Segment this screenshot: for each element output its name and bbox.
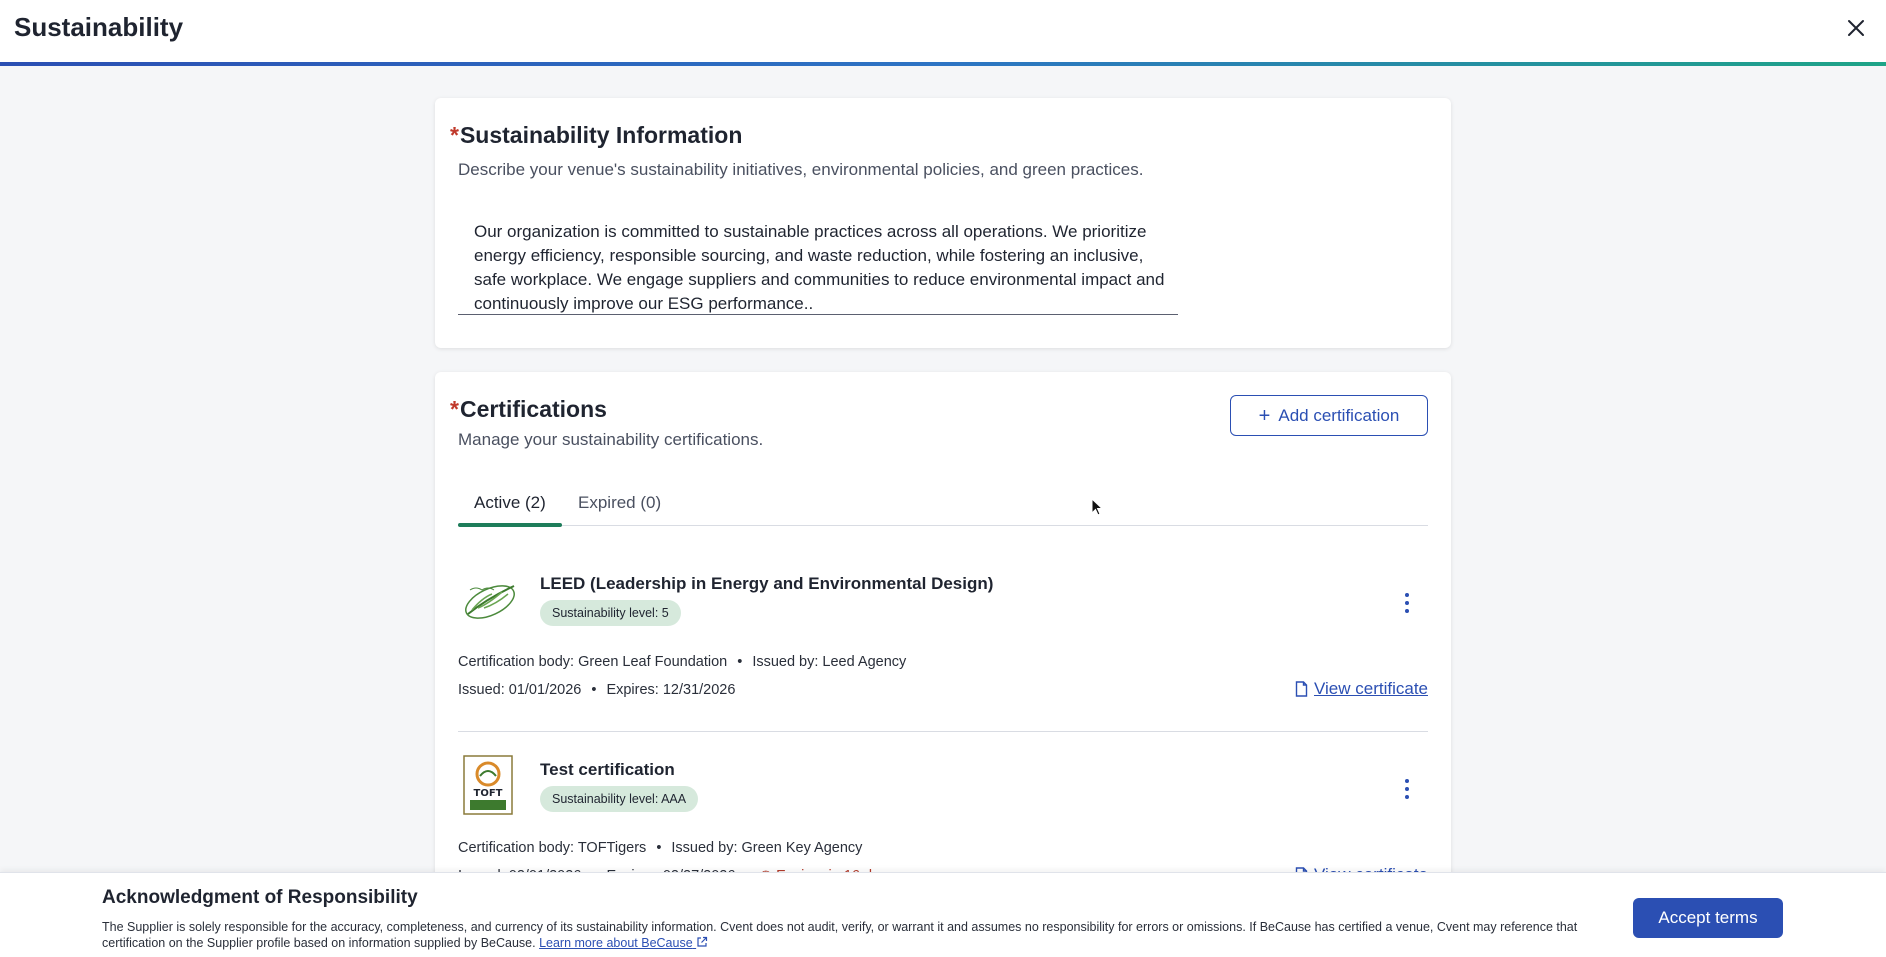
- sustainability-info-card: *Sustainability Information Describe you…: [435, 98, 1451, 348]
- certification-name: Test certification: [540, 760, 675, 779]
- view-certificate-link[interactable]: View certificate: [1295, 679, 1428, 699]
- certifications-card: *Certifications Manage your sustainabili…: [435, 372, 1451, 957]
- document-icon: [1295, 681, 1308, 697]
- acknowledgment-panel: Acknowledgment of Responsibility The Sup…: [0, 872, 1886, 957]
- acknowledgment-title: Acknowledgment of Responsibility: [102, 887, 418, 908]
- svg-text:TOFT: TOFT: [474, 788, 503, 799]
- mouse-cursor-icon: [1091, 498, 1104, 516]
- plus-icon: +: [1258, 404, 1271, 427]
- required-mark: *: [450, 396, 459, 422]
- sustainability-level-badge: Sustainability level: AAA: [540, 786, 699, 812]
- toftigers-logo-icon: TOFT: [463, 755, 513, 815]
- certifications-description: Manage your sustainability certification…: [458, 430, 764, 449]
- sustainability-info-text[interactable]: Our organization is committed to sustain…: [474, 220, 1174, 316]
- issued-by: Issued by: Green Key Agency: [671, 840, 863, 856]
- kebab-dot: [1405, 795, 1409, 799]
- issued-by: Issued by: Leed Agency: [752, 654, 907, 670]
- certification-body: Certification body: Green Leaf Foundatio…: [458, 654, 728, 670]
- certification-divider: [458, 731, 1428, 732]
- required-mark: *: [450, 122, 459, 148]
- add-certification-label: Add certification: [1278, 405, 1400, 425]
- tab-expired[interactable]: Expired (0): [562, 480, 677, 526]
- certification-body-line: Certification body: TOFTigers • Issued by:…: [458, 840, 862, 856]
- sustainability-info-description: Describe your venue's sustainability ini…: [458, 160, 1144, 179]
- sustainability-info-textarea[interactable]: Our organization is committed to sustain…: [458, 208, 1178, 315]
- acknowledgment-text: The Supplier is solely responsible for t…: [102, 919, 1602, 951]
- issued-date: Issued: 01/01/2026: [458, 682, 582, 698]
- separator-dot: •: [737, 654, 743, 670]
- page-title: Sustainability: [14, 12, 184, 42]
- tab-active[interactable]: Active (2): [458, 480, 562, 527]
- acknowledgment-body: The Supplier is solely responsible for t…: [102, 920, 1578, 950]
- certification-body: Certification body: TOFTigers: [458, 840, 647, 856]
- add-certification-button[interactable]: + Add certification: [1230, 395, 1428, 436]
- kebab-dot: [1405, 609, 1409, 613]
- separator-dot: •: [656, 840, 662, 856]
- kebab-dot: [1405, 601, 1409, 605]
- certification-body-line: Certification body: Green Leaf Foundatio…: [458, 654, 906, 670]
- close-button[interactable]: [1842, 14, 1870, 42]
- close-icon: [1848, 20, 1864, 36]
- view-certificate-label: View certificate: [1313, 679, 1428, 698]
- kebab-dot: [1405, 787, 1409, 791]
- kebab-dot: [1405, 779, 1409, 783]
- certification-item: TOFT Test certification Sustainability l…: [458, 754, 1428, 890]
- certifications-title: *Certifications: [450, 396, 607, 422]
- accept-terms-button[interactable]: Accept terms: [1633, 898, 1783, 938]
- separator-dot: •: [591, 682, 597, 698]
- certification-name: LEED (Leadership in Energy and Environme…: [540, 574, 994, 593]
- learn-more-link[interactable]: Learn more about BeCause: [539, 936, 708, 950]
- certification-dates-line: Issued: 01/01/2026 • Expires: 12/31/2026: [458, 682, 735, 698]
- kebab-dot: [1405, 593, 1409, 597]
- progress-bar: [0, 62, 1886, 66]
- more-options-button[interactable]: [1396, 588, 1418, 618]
- external-link-icon: [697, 936, 708, 947]
- more-options-button[interactable]: [1396, 774, 1418, 804]
- certification-tabs: Active (2) Expired (0): [458, 480, 1428, 527]
- leed-leaf-logo-icon: [465, 585, 515, 619]
- certification-item: LEED (Leadership in Energy and Environme…: [458, 568, 1428, 704]
- sustainability-info-title: *Sustainability Information: [450, 122, 743, 148]
- sustainability-level-badge: Sustainability level: 5: [540, 600, 681, 626]
- page-header: Sustainability: [0, 0, 1886, 62]
- expires-date: Expires: 12/31/2026: [606, 682, 736, 698]
